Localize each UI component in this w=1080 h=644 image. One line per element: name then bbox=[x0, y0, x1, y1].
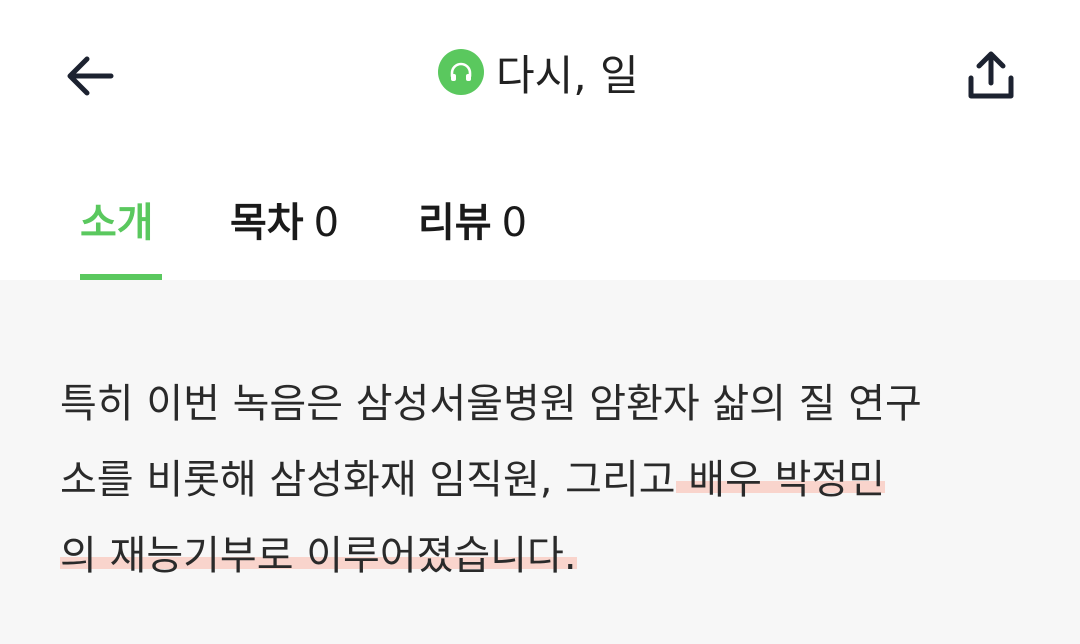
description-line-3: 의 재능기부로 이루어졌습니다. bbox=[60, 518, 1020, 594]
highlighted-text: 의 재능기부로 이루어졌습니다. bbox=[60, 533, 577, 579]
tab-toc-label: 목차 bbox=[230, 200, 304, 246]
tab-intro[interactable]: 소개 bbox=[80, 190, 162, 280]
description-text: 특히 이번 녹음은 삼성서울병원 암환자 삶의 질 연구 소를 비롯해 삼성화재… bbox=[60, 366, 1020, 594]
description-line-2-plain: 소를 비롯해 삼성화재 임직원, 그리고 bbox=[60, 457, 676, 503]
tab-toc-count: 0 bbox=[313, 200, 340, 246]
tab-toc[interactable]: 목차 0 bbox=[230, 190, 339, 280]
app-header: 다시, 일 bbox=[0, 0, 1080, 150]
description-line-1: 특히 이번 녹음은 삼성서울병원 암환자 삶의 질 연구 bbox=[60, 381, 922, 427]
share-upload-icon bbox=[968, 51, 1014, 99]
tab-intro-label: 소개 bbox=[80, 200, 154, 246]
tab-review-label: 리뷰 bbox=[418, 200, 492, 246]
book-title-area: 다시, 일 bbox=[438, 42, 639, 102]
book-title: 다시, 일 bbox=[496, 50, 639, 100]
description-line-2: 소를 비롯해 삼성화재 임직원, 그리고 배우 박정민 bbox=[60, 442, 1020, 518]
share-button[interactable] bbox=[962, 46, 1020, 104]
description-section: 특히 이번 녹음은 삼성서울병원 암환자 삶의 질 연구 소를 비롯해 삼성화재… bbox=[0, 280, 1080, 644]
highlighted-text: 배우 박정민 bbox=[675, 457, 886, 503]
tab-review-count: 0 bbox=[501, 200, 528, 246]
arrow-left-icon bbox=[67, 56, 114, 96]
tab-review[interactable]: 리뷰 0 bbox=[418, 190, 527, 280]
tab-bar: 소개 목차 0 리뷰 0 bbox=[0, 150, 1080, 280]
headphones-icon bbox=[438, 49, 484, 95]
back-button[interactable] bbox=[62, 48, 118, 104]
